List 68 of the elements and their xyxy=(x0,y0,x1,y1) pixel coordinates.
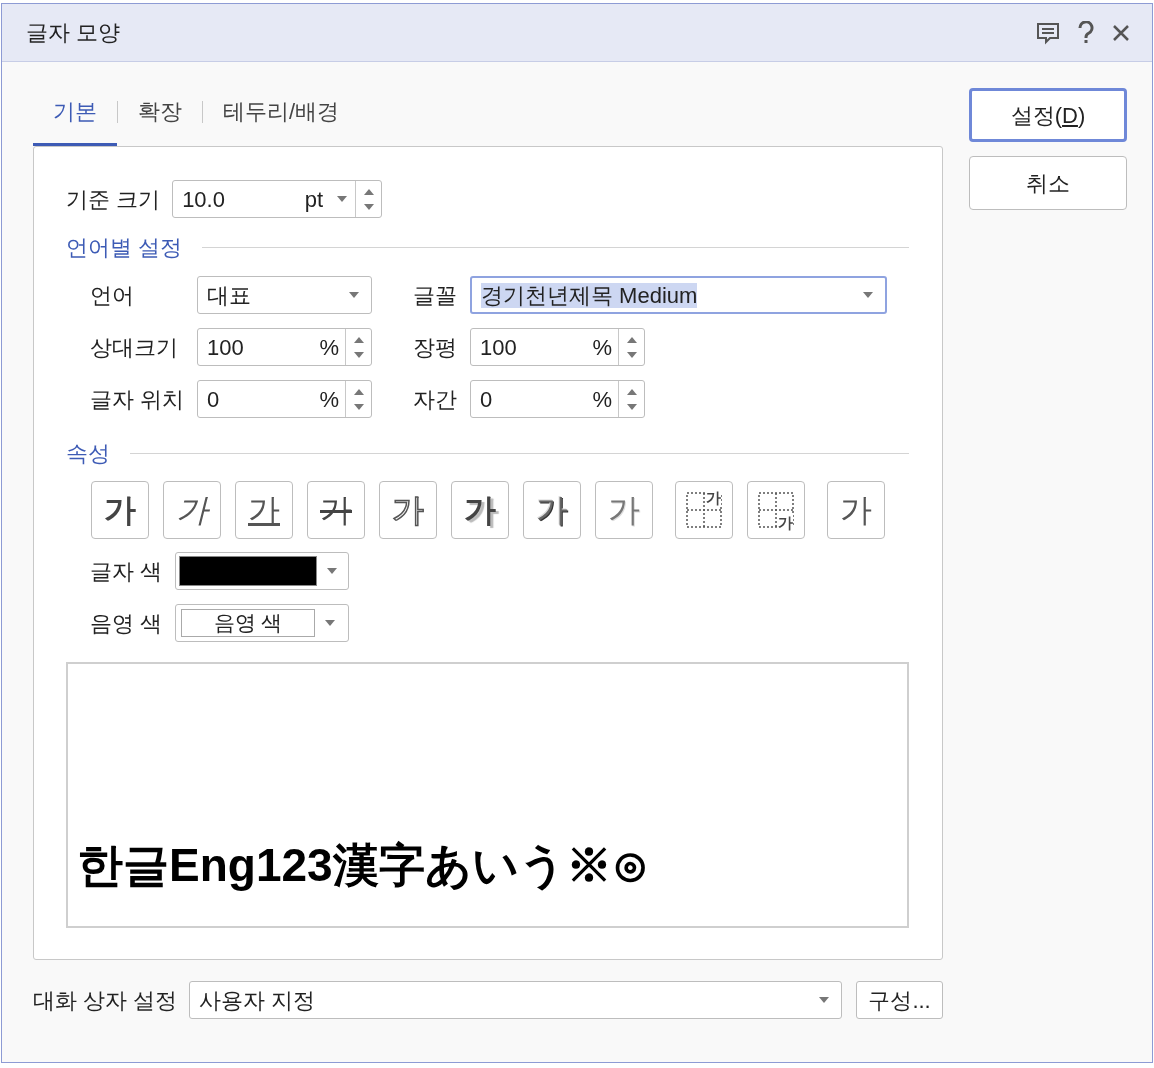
field-label: 글자 위치 xyxy=(90,385,186,414)
field-label: 글자 색 xyxy=(90,557,164,586)
unit-label: % xyxy=(319,333,340,362)
unit-label: % xyxy=(319,385,340,414)
subscript-button[interactable]: 가 xyxy=(747,481,805,539)
section-heading: 언어별 설정 xyxy=(66,233,183,262)
close-button[interactable] xyxy=(1112,23,1130,42)
shade-swatch: 음영 색 xyxy=(181,609,315,637)
field-label: 자간 xyxy=(413,385,458,414)
tab[interactable]: 확장 xyxy=(118,88,202,146)
spin-field[interactable]: 100 % xyxy=(197,328,372,366)
strikeout-button[interactable]: 가 xyxy=(307,481,365,539)
field-label: 언어 xyxy=(90,281,135,310)
caret-icon xyxy=(819,997,830,1003)
help-button[interactable] xyxy=(1078,20,1094,45)
comment-icon xyxy=(1036,20,1060,45)
field-label: 상대크기 xyxy=(90,333,179,362)
language-dropdown[interactable]: 대표 xyxy=(197,276,372,314)
help-icon xyxy=(1078,20,1094,45)
bold-button[interactable]: 가 xyxy=(91,481,149,539)
spin-field[interactable]: 100 % xyxy=(470,328,645,366)
field-label: 기준 크기 xyxy=(66,185,161,214)
spin-up-icon xyxy=(626,388,637,395)
spin-down-icon xyxy=(363,203,374,210)
field-label: 글꼴 xyxy=(413,281,458,310)
engrave-button[interactable]: 가 xyxy=(595,481,653,539)
shade-color-picker[interactable]: 음영 색 xyxy=(175,604,349,642)
dialog-button[interactable]: 취소 xyxy=(969,156,1127,210)
spin-up-icon xyxy=(353,336,364,343)
unit-label: % xyxy=(592,385,613,414)
caret-icon xyxy=(325,620,335,626)
field-label: 장평 xyxy=(413,333,458,362)
unit-label: % xyxy=(592,333,613,362)
spin-up-icon xyxy=(363,188,374,195)
configure-button[interactable]: 구성... xyxy=(856,981,943,1019)
tab[interactable]: 테두리/배경 xyxy=(203,88,360,146)
dialog-setting-dropdown[interactable]: 사용자 지정 xyxy=(189,981,843,1019)
caret-icon xyxy=(337,196,348,202)
spin-down-icon xyxy=(626,351,637,358)
spin-field[interactable]: 0 % xyxy=(197,380,372,418)
unit-label: pt xyxy=(304,185,325,214)
caret-icon xyxy=(349,292,359,298)
comment-button[interactable] xyxy=(1036,20,1060,45)
spin-up-icon xyxy=(353,388,364,395)
underline-button[interactable]: 가 xyxy=(235,481,293,539)
normal-button[interactable]: 가 xyxy=(827,481,885,539)
font-dropdown[interactable]: 경기천년제목 Medium xyxy=(470,276,887,314)
field-label: 음영 색 xyxy=(90,609,164,638)
text-color-picker[interactable] xyxy=(175,552,349,590)
superscript-button[interactable]: 가 xyxy=(675,481,733,539)
spin-down-icon xyxy=(353,351,364,358)
caret-icon xyxy=(863,292,873,298)
section-heading: 속성 xyxy=(66,439,110,468)
emboss-button[interactable]: 가 xyxy=(523,481,581,539)
italic-button[interactable]: 가 xyxy=(163,481,221,539)
size-field[interactable]: 10.0 pt xyxy=(172,180,383,218)
dotted-grid-icon xyxy=(757,491,795,529)
dotted-grid-icon xyxy=(685,491,723,529)
spin-up-icon xyxy=(626,336,637,343)
field-label: 대화 상자 설정 xyxy=(33,986,178,1015)
close-icon xyxy=(1112,23,1130,42)
shadow-button[interactable]: 가 xyxy=(451,481,509,539)
dialog-button[interactable]: 설정(D) xyxy=(969,88,1127,142)
caret-icon xyxy=(327,568,337,574)
window-title: 글자 모양 xyxy=(26,19,121,47)
spin-down-icon xyxy=(353,403,364,410)
spin-field[interactable]: 0 % xyxy=(470,380,645,418)
spin-down-icon xyxy=(626,403,637,410)
